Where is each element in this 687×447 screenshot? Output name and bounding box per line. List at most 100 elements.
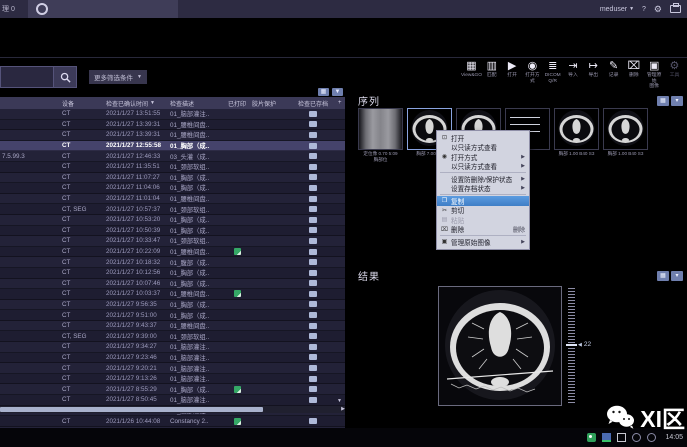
table-hscrollbar-thumb[interactable]: [0, 407, 263, 412]
table-row[interactable]: CT2021/1/27 9:56:3501_胸部（成..: [0, 300, 345, 311]
toolbar-button-viewgo[interactable]: ▦View&GO: [462, 60, 481, 90]
thumbnail-caption: 定位像 0.70 5:09 胸部位: [363, 151, 397, 163]
col-header-printed[interactable]: 已打印: [224, 99, 250, 108]
toolbar-button-export[interactable]: ↦导出: [584, 60, 603, 90]
table-row[interactable]: CT2021/1/27 10:53:2001_胸部（成..: [0, 215, 345, 226]
printer-icon[interactable]: [670, 5, 681, 13]
more-filters-button[interactable]: 更多筛选条件 ▼: [89, 70, 147, 84]
table-row[interactable]: CT2021/1/27 13:39:3101_腰椎间盘..: [0, 130, 345, 141]
menu-item[interactable]: ⊡打开: [437, 133, 529, 143]
cell-archived: [290, 365, 336, 371]
menu-item-label: 以只读方式查看: [451, 161, 519, 171]
menu-item[interactable]: ✂剪切: [437, 206, 529, 216]
table-row[interactable]: CT2021/1/27 11:01:0401_腰椎间盘..: [0, 194, 345, 205]
menu-item[interactable]: ❐复制: [437, 196, 529, 206]
table-row[interactable]: CT2021/1/27 8:55:2901_胸部（成..: [0, 384, 345, 395]
table-row[interactable]: CT2021/1/27 12:55:5801_胸部（成..: [0, 141, 345, 152]
cell-archived: [290, 301, 336, 307]
slice-slider[interactable]: [568, 288, 575, 404]
menu-item[interactable]: ⌧删除删除: [437, 225, 529, 235]
series-thumbnail-1[interactable]: 定位像 0.70 5:09 胸部位: [358, 108, 403, 163]
add-column-button[interactable]: +: [336, 100, 345, 106]
table-row[interactable]: CT2021/1/27 9:13:2601_脑部灌注..: [0, 374, 345, 385]
help-button[interactable]: ?: [642, 6, 646, 13]
patient-search-tab[interactable]: [28, 0, 178, 18]
table-row[interactable]: CT2021/1/27 8:50:4501_脑部灌注..: [0, 395, 345, 406]
table-row[interactable]: CT2021/1/27 10:33:4701_颈部软组..: [0, 236, 345, 247]
series-grid-button[interactable]: ▦: [657, 96, 669, 106]
series-thumbnail-5[interactable]: 胸部 1.00 B40 S3: [554, 108, 599, 163]
gear-icon[interactable]: ⚙: [654, 5, 662, 14]
toolbar-button-tools[interactable]: ⚙工具: [665, 60, 684, 90]
results-grid-button[interactable]: ▦: [657, 271, 669, 281]
table-row[interactable]: CT2021/1/27 13:51:5501_脑部灌注..: [0, 109, 345, 120]
table-row[interactable]: CT2021/1/27 10:12:5601_胸部（成..: [0, 268, 345, 279]
tray-window-icon[interactable]: [617, 433, 626, 442]
table-row[interactable]: CT2021/1/27 10:22:0901_腰椎间盘..: [0, 247, 345, 258]
table-layout-dropdown[interactable]: ▼: [332, 88, 343, 96]
study-table: 设备 检查已确认时间 ▼ 检查描述 已打印 胶片保护 检查已存档 + CT202…: [0, 97, 345, 437]
menu-item[interactable]: 以只读方式查看: [437, 143, 529, 153]
table-row[interactable]: CT, SEG2021/1/27 9:39:0001_颈部软组..: [0, 331, 345, 342]
table-row[interactable]: CT2021/1/27 10:03:3701_腰椎间盘..: [0, 289, 345, 300]
table-hscrollbar[interactable]: ▶: [0, 406, 345, 413]
toolbar-button-dicom-qr[interactable]: ≣DICOM Q/R: [543, 60, 562, 90]
tray-status-icon-2[interactable]: [647, 433, 656, 442]
tray-app-icon[interactable]: [602, 433, 611, 442]
table-row[interactable]: CT2021/1/26 10:44:08Constancy 2..: [0, 416, 345, 427]
series-collapse-button[interactable]: ▾: [671, 96, 683, 106]
thumbnail-caption: 胸部 1.00 B40 S3: [559, 151, 595, 157]
table-row[interactable]: CT2021/1/27 13:39:3101_腰椎间盘..: [0, 120, 345, 131]
table-row[interactable]: CT2021/1/27 10:18:3201_腹部（成..: [0, 257, 345, 268]
series-thumbnail-6[interactable]: 胸部 1.00 B40 S3: [603, 108, 648, 163]
table-row[interactable]: 7.5.99.3CT2021/1/27 12:46:3303_头灌（成..: [0, 151, 345, 162]
table-row[interactable]: CT2021/1/27 11:07:2701_胸部（成..: [0, 173, 345, 184]
table-row[interactable]: CT2021/1/27 9:51:0001_胸部（成..: [0, 310, 345, 321]
table-row[interactable]: CT2021/1/27 10:07:4601_胸部（成..: [0, 279, 345, 290]
toolbar-button-delete[interactable]: ⌧删除: [624, 60, 643, 90]
table-row[interactable]: CT2021/1/27 9:43:3701_腰椎间盘..: [0, 321, 345, 332]
slice-slider-thumb[interactable]: [566, 344, 577, 346]
table-row[interactable]: CT2021/1/27 11:35:5101_颈部软组..: [0, 162, 345, 173]
results-collapse-button[interactable]: ▾: [671, 271, 683, 281]
table-row[interactable]: CT, SEG2021/1/27 10:57:3701_颈部软组..: [0, 204, 345, 215]
table-row[interactable]: CT2021/1/27 9:23:4601_脑部灌注..: [0, 353, 345, 364]
search-input[interactable]: [0, 66, 54, 88]
titlebar-partial-tab[interactable]: 理 0: [2, 4, 28, 14]
menu-item[interactable]: 设置存档状态▶: [437, 184, 529, 194]
menu-item[interactable]: ▣管理原始图像▶: [437, 237, 529, 247]
archived-folder-icon: [309, 227, 317, 233]
menu-item[interactable]: ◉打开方式▶: [437, 152, 529, 162]
table-scroll-right-icon[interactable]: ▶: [341, 406, 345, 413]
col-header-desc[interactable]: 检查描述: [168, 99, 224, 108]
toolbar-button-import[interactable]: ⇥导入: [563, 60, 582, 90]
tray-status-icon-1[interactable]: [632, 433, 641, 442]
cell-confirm-time: 2021/1/27 9:56:35: [104, 301, 168, 308]
user-menu[interactable]: meduser ▼: [600, 6, 634, 13]
cell-archived: [290, 227, 336, 233]
table-row[interactable]: CT2021/1/27 10:50:3901_胸部（成..: [0, 226, 345, 237]
cell-device: CT: [60, 248, 104, 255]
cell-printed: [224, 248, 250, 255]
table-row[interactable]: CT2021/1/27 9:20:2101_脑部灌注..: [0, 363, 345, 374]
table-row[interactable]: CT2021/1/27 11:04:0601_胸部（成..: [0, 183, 345, 194]
col-header-time[interactable]: 检查已确认时间 ▼: [104, 99, 168, 108]
col-header-device[interactable]: 设备: [60, 99, 104, 108]
col-header-film[interactable]: 胶片保护: [250, 99, 290, 108]
col-header-archived[interactable]: 检查已存档: [290, 99, 336, 108]
table-layout-icon[interactable]: ▦: [318, 88, 329, 96]
menu-item[interactable]: 以只读方式查看▶: [437, 162, 529, 172]
cell-device: CT: [60, 227, 104, 234]
toolbar-button-record[interactable]: ✎记录: [604, 60, 623, 90]
table-scroll-down-icon[interactable]: ▼: [337, 398, 342, 404]
toolbar-button-open-with[interactable]: ◉打开方式: [523, 60, 542, 90]
toolbar-button-open[interactable]: ▶打开: [503, 60, 522, 90]
toolbar-button-match[interactable]: ▥匹配: [482, 60, 501, 90]
tray-wechat-icon[interactable]: [587, 433, 596, 442]
menu-item[interactable]: ▤粘贴: [437, 215, 529, 225]
table-row[interactable]: CT2021/1/27 9:34:2701_脑部灌注..: [0, 342, 345, 353]
toolbar-button-manage-raw[interactable]: ▣管理原始 图像: [645, 60, 664, 90]
menu-item[interactable]: 设置防删除/保护状态▶: [437, 174, 529, 184]
search-button[interactable]: [54, 66, 77, 88]
result-ct-image[interactable]: [438, 286, 562, 406]
